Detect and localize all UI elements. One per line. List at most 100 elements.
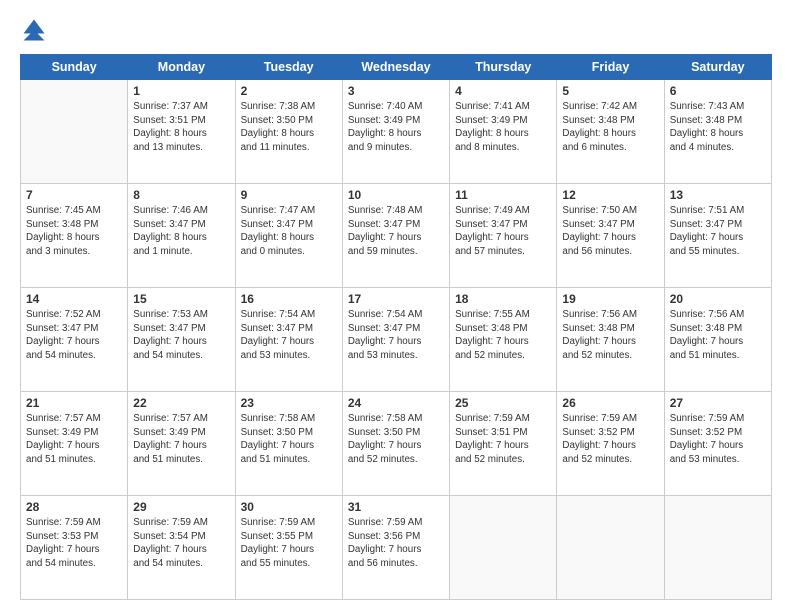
cell-info: Sunrise: 7:59 AMSunset: 3:51 PMDaylight:… [455,412,551,467]
calendar-cell: 26 Sunrise: 7:59 AMSunset: 3:52 PMDayligh… [557,392,664,496]
day-number: 22 [133,396,229,410]
day-number: 11 [455,188,551,202]
cell-info: Sunrise: 7:59 AMSunset: 3:52 PMDaylight:… [562,412,658,467]
cell-info: Sunrise: 7:58 AMSunset: 3:50 PMDaylight:… [241,412,337,467]
calendar-cell: 2 Sunrise: 7:38 AMSunset: 3:50 PMDaylight… [235,80,342,184]
calendar-cell [664,496,771,600]
cell-info: Sunrise: 7:57 AMSunset: 3:49 PMDaylight:… [133,412,229,467]
cell-info: Sunrise: 7:46 AMSunset: 3:47 PMDaylight:… [133,204,229,259]
header [20,16,772,44]
day-number: 18 [455,292,551,306]
cell-info: Sunrise: 7:59 AMSunset: 3:53 PMDaylight:… [26,516,122,571]
calendar-cell: 16 Sunrise: 7:54 AMSunset: 3:47 PMDayligh… [235,288,342,392]
calendar-cell [450,496,557,600]
day-number: 21 [26,396,122,410]
cell-info: Sunrise: 7:59 AMSunset: 3:52 PMDaylight:… [670,412,766,467]
cell-info: Sunrise: 7:41 AMSunset: 3:49 PMDaylight:… [455,100,551,155]
calendar-cell: 7 Sunrise: 7:45 AMSunset: 3:48 PMDaylight… [21,184,128,288]
week-row-2: 14Sunrise: 7:52 AMSunset: 3:47 PMDayligh… [21,288,772,392]
day-number: 9 [241,188,337,202]
calendar-table: SundayMondayTuesdayWednesdayThursdayFrid… [20,54,772,600]
week-row-1: 7 Sunrise: 7:45 AMSunset: 3:48 PMDaylight… [21,184,772,288]
day-number: 24 [348,396,444,410]
day-header-tuesday: Tuesday [235,55,342,80]
cell-info: Sunrise: 7:51 AMSunset: 3:47 PMDaylight:… [670,204,766,259]
calendar-cell: 18 Sunrise: 7:55 AMSunset: 3:48 PMDayligh… [450,288,557,392]
day-number: 25 [455,396,551,410]
calendar-cell: 1Sunrise: 7:37 AMSunset: 3:51 PMDaylight… [128,80,235,184]
day-number: 31 [348,500,444,514]
calendar-cell: 31 Sunrise: 7:59 AMSunset: 3:56 PMDayligh… [342,496,449,600]
day-number: 15 [133,292,229,306]
day-number: 16 [241,292,337,306]
cell-info: Sunrise: 7:45 AMSunset: 3:48 PMDaylight:… [26,204,122,259]
day-number: 1 [133,84,229,98]
calendar-cell: 11 Sunrise: 7:49 AMSunset: 3:47 PMDayligh… [450,184,557,288]
week-row-3: 21 Sunrise: 7:57 AMSunset: 3:49 PMDayligh… [21,392,772,496]
day-number: 7 [26,188,122,202]
calendar-cell: 19 Sunrise: 7:56 AMSunset: 3:48 PMDayligh… [557,288,664,392]
day-number: 26 [562,396,658,410]
calendar-cell: 13 Sunrise: 7:51 AMSunset: 3:47 PMDayligh… [664,184,771,288]
cell-info: Sunrise: 7:59 AMSunset: 3:54 PMDaylight:… [133,516,229,571]
day-header-sunday: Sunday [21,55,128,80]
cell-info: Sunrise: 7:58 AMSunset: 3:50 PMDaylight:… [348,412,444,467]
cell-info: Sunrise: 7:55 AMSunset: 3:48 PMDaylight:… [455,308,551,363]
calendar-cell: 22 Sunrise: 7:57 AMSunset: 3:49 PMDayligh… [128,392,235,496]
calendar-cell [557,496,664,600]
cell-info: Sunrise: 7:38 AMSunset: 3:50 PMDaylight:… [241,100,337,155]
calendar-cell: 10 Sunrise: 7:48 AMSunset: 3:47 PMDayligh… [342,184,449,288]
cell-info: Sunrise: 7:56 AMSunset: 3:48 PMDaylight:… [562,308,658,363]
cell-info: Sunrise: 7:42 AMSunset: 3:48 PMDaylight:… [562,100,658,155]
cell-info: Sunrise: 7:40 AMSunset: 3:49 PMDaylight:… [348,100,444,155]
cell-info: Sunrise: 7:56 AMSunset: 3:48 PMDaylight:… [670,308,766,363]
day-number: 3 [348,84,444,98]
calendar-cell: 17 Sunrise: 7:54 AMSunset: 3:47 PMDayligh… [342,288,449,392]
calendar-cell: 15 Sunrise: 7:53 AMSunset: 3:47 PMDayligh… [128,288,235,392]
day-header-wednesday: Wednesday [342,55,449,80]
cell-info: Sunrise: 7:49 AMSunset: 3:47 PMDaylight:… [455,204,551,259]
day-number: 10 [348,188,444,202]
logo [20,16,52,44]
calendar-cell: 23 Sunrise: 7:58 AMSunset: 3:50 PMDayligh… [235,392,342,496]
cell-info: Sunrise: 7:50 AMSunset: 3:47 PMDaylight:… [562,204,658,259]
week-row-4: 28 Sunrise: 7:59 AMSunset: 3:53 PMDayligh… [21,496,772,600]
day-number: 4 [455,84,551,98]
calendar-cell: 6Sunrise: 7:43 AMSunset: 3:48 PMDaylight… [664,80,771,184]
day-number: 8 [133,188,229,202]
calendar-cell: 3 Sunrise: 7:40 AMSunset: 3:49 PMDaylight… [342,80,449,184]
cell-info: Sunrise: 7:52 AMSunset: 3:47 PMDaylight:… [26,308,122,363]
day-number: 2 [241,84,337,98]
day-number: 27 [670,396,766,410]
day-header-thursday: Thursday [450,55,557,80]
day-number: 6 [670,84,766,98]
logo-icon [20,16,48,44]
calendar-cell: 20 Sunrise: 7:56 AMSunset: 3:48 PMDayligh… [664,288,771,392]
day-number: 29 [133,500,229,514]
day-number: 28 [26,500,122,514]
day-number: 19 [562,292,658,306]
cell-info: Sunrise: 7:54 AMSunset: 3:47 PMDaylight:… [348,308,444,363]
calendar-cell: 29 Sunrise: 7:59 AMSunset: 3:54 PMDayligh… [128,496,235,600]
day-number: 23 [241,396,337,410]
cell-info: Sunrise: 7:54 AMSunset: 3:47 PMDaylight:… [241,308,337,363]
day-number: 13 [670,188,766,202]
day-header-monday: Monday [128,55,235,80]
cell-info: Sunrise: 7:53 AMSunset: 3:47 PMDaylight:… [133,308,229,363]
calendar-cell: 30Sunrise: 7:59 AMSunset: 3:55 PMDayligh… [235,496,342,600]
cell-info: Sunrise: 7:59 AMSunset: 3:56 PMDaylight:… [348,516,444,571]
cell-info: Sunrise: 7:59 AMSunset: 3:55 PMDaylight:… [241,516,337,571]
week-row-0: 1Sunrise: 7:37 AMSunset: 3:51 PMDaylight… [21,80,772,184]
day-number: 17 [348,292,444,306]
calendar-cell: 28 Sunrise: 7:59 AMSunset: 3:53 PMDayligh… [21,496,128,600]
calendar-cell: 14Sunrise: 7:52 AMSunset: 3:47 PMDayligh… [21,288,128,392]
calendar-cell: 5Sunrise: 7:42 AMSunset: 3:48 PMDaylight… [557,80,664,184]
calendar-cell: 27 Sunrise: 7:59 AMSunset: 3:52 PMDayligh… [664,392,771,496]
calendar-cell: 21Sunrise: 7:57 AMSunset: 3:49 PMDayligh… [21,392,128,496]
day-header-friday: Friday [557,55,664,80]
calendar-header-row: SundayMondayTuesdayWednesdayThursdayFrid… [21,55,772,80]
cell-info: Sunrise: 7:48 AMSunset: 3:47 PMDaylight:… [348,204,444,259]
day-number: 20 [670,292,766,306]
calendar-cell: 8 Sunrise: 7:46 AMSunset: 3:47 PMDaylight… [128,184,235,288]
calendar-cell: 25 Sunrise: 7:59 AMSunset: 3:51 PMDayligh… [450,392,557,496]
